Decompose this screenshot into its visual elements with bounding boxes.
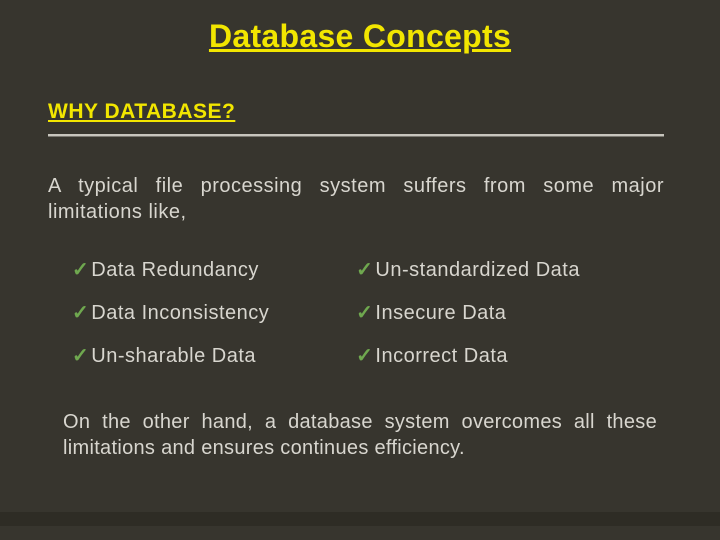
list-item: ✓Incorrect Data bbox=[356, 334, 664, 377]
page-title: Database Concepts bbox=[0, 18, 720, 55]
check-icon: ✓ bbox=[356, 302, 373, 324]
list-item: ✓Un-sharable Data bbox=[72, 334, 356, 377]
list-item: ✓Un-standardized Data bbox=[356, 248, 664, 291]
check-icon: ✓ bbox=[356, 345, 373, 367]
list-item-label: Un-standardized Data bbox=[375, 259, 580, 281]
intro-text: A typical file processing system suffers… bbox=[48, 174, 664, 225]
check-icon: ✓ bbox=[356, 259, 373, 281]
list-item: ✓Data Redundancy bbox=[72, 248, 356, 291]
conclusion-text: On the other hand, a database system ove… bbox=[63, 410, 657, 461]
slide: Database Concepts WHY DATABASE? A typica… bbox=[0, 0, 720, 540]
limitations-list: ✓Data Redundancy ✓Un-standardized Data ✓… bbox=[72, 248, 664, 377]
list-item: ✓Insecure Data bbox=[356, 291, 664, 334]
list-item-label: Incorrect Data bbox=[375, 345, 508, 367]
list-item-label: Data Inconsistency bbox=[91, 302, 269, 324]
check-icon: ✓ bbox=[72, 302, 89, 324]
check-icon: ✓ bbox=[72, 345, 89, 367]
list-item-label: Data Redundancy bbox=[91, 259, 259, 281]
section-rule bbox=[48, 134, 664, 137]
check-icon: ✓ bbox=[72, 259, 89, 281]
bottom-stripe bbox=[0, 512, 720, 540]
section-heading: WHY DATABASE? bbox=[48, 100, 235, 124]
list-item: ✓Data Inconsistency bbox=[72, 291, 356, 334]
list-item-label: Un-sharable Data bbox=[91, 345, 256, 367]
list-item-label: Insecure Data bbox=[375, 302, 506, 324]
